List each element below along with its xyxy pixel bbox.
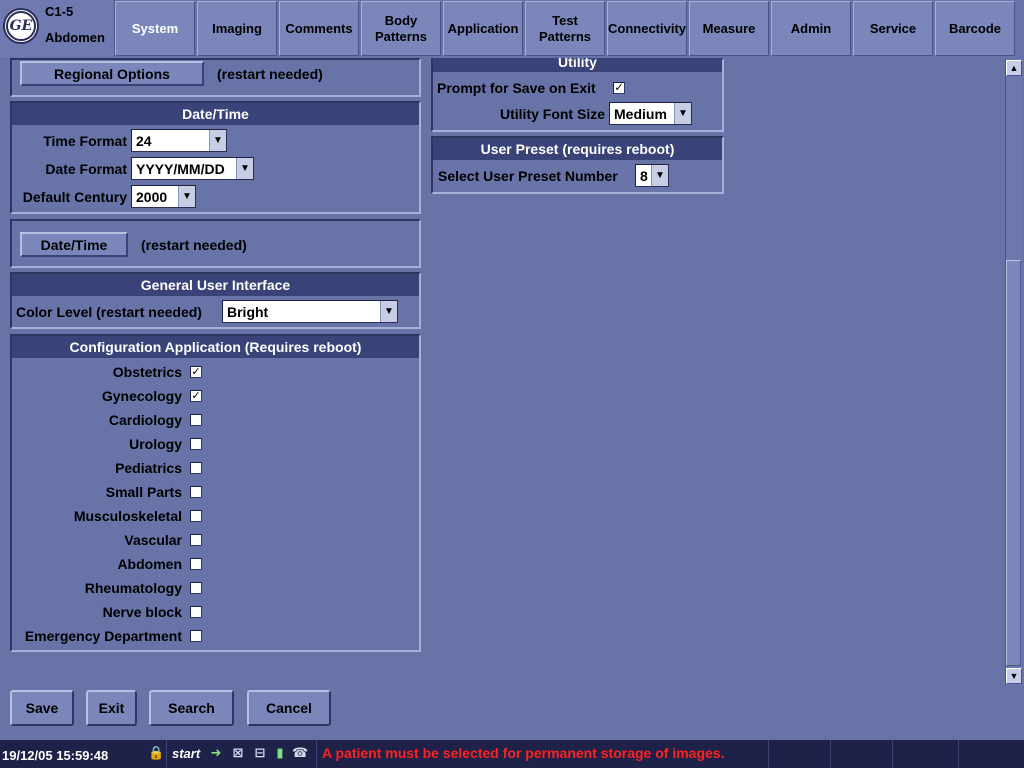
- status-separator: [958, 740, 959, 768]
- scrollbar-thumb[interactable]: [1006, 260, 1021, 666]
- ge-logo-mark: GE: [6, 11, 36, 41]
- date-time-restart-note: (restart needed): [141, 237, 247, 253]
- system-clock: 19/12/05 15:59:48: [2, 748, 109, 763]
- config-item-checkbox[interactable]: ✓: [190, 390, 202, 402]
- chevron-down-icon: ▼: [236, 158, 253, 179]
- config-item-checkbox[interactable]: ✓: [190, 366, 202, 378]
- config-item-checkbox[interactable]: [190, 630, 202, 642]
- preset-name: Abdomen: [45, 30, 105, 45]
- ge-logo: GE: [3, 8, 39, 44]
- utility-font-size-value: Medium: [614, 105, 667, 122]
- start-indicator: start: [172, 746, 201, 761]
- exit-button[interactable]: Exit: [86, 690, 137, 726]
- user-preset-number-value: 8: [640, 167, 648, 184]
- config-item-label: Vascular: [124, 532, 182, 548]
- config-item-checkbox[interactable]: [190, 582, 202, 594]
- tab-measure[interactable]: Measure: [689, 1, 769, 56]
- tab-connectivity[interactable]: Connectivity: [607, 1, 687, 56]
- configuration-application-panel-title: Configuration Application (Requires rebo…: [12, 336, 419, 358]
- date-time-panel-title: Date/Time: [12, 103, 419, 125]
- regional-options-button[interactable]: Regional Options: [20, 61, 204, 86]
- tab-barcode[interactable]: Barcode: [935, 1, 1015, 56]
- date-time-button[interactable]: Date/Time: [20, 232, 128, 257]
- config-item-label: Nerve block: [102, 604, 182, 620]
- color-level-label: Color Level (restart needed): [16, 304, 202, 320]
- config-item-checkbox[interactable]: [190, 606, 202, 618]
- config-item-checkbox[interactable]: [190, 414, 202, 426]
- default-century-select[interactable]: 2000 ▼: [131, 185, 196, 208]
- status-separator: [830, 740, 831, 768]
- prompt-save-on-exit-label: Prompt for Save on Exit: [437, 80, 596, 96]
- chevron-down-icon: ▼: [674, 103, 691, 124]
- tab-application[interactable]: Application: [443, 1, 523, 56]
- default-century-label: Default Century: [22, 189, 127, 205]
- chevron-down-icon: ▼: [178, 186, 195, 207]
- prompt-save-on-exit-checkbox[interactable]: ✓: [613, 82, 625, 94]
- scroll-down-icon[interactable]: ▼: [1006, 668, 1022, 684]
- printer-disconnected-icon: ⊟: [254, 745, 266, 760]
- config-item-checkbox[interactable]: [190, 558, 202, 570]
- user-preset-number-select[interactable]: 8 ▼: [635, 164, 669, 187]
- date-format-label: Date Format: [45, 161, 127, 177]
- tab-body-patterns[interactable]: Body Patterns: [361, 1, 441, 56]
- config-item-checkbox[interactable]: [190, 438, 202, 450]
- tab-system[interactable]: System: [115, 1, 195, 56]
- chevron-down-icon: ▼: [651, 165, 668, 186]
- utility-font-size-select[interactable]: Medium ▼: [609, 102, 692, 125]
- config-item-label: Urology: [129, 436, 182, 452]
- transfer-arrow-icon: ➜: [210, 745, 222, 760]
- service-phone-icon: ☎: [292, 745, 309, 760]
- user-preset-panel: User Preset (requires reboot): [431, 136, 724, 194]
- user-preset-panel-title: User Preset (requires reboot): [433, 138, 722, 160]
- config-item-label: Emergency Department: [24, 628, 182, 644]
- config-item-label: Gynecology: [101, 388, 182, 404]
- time-format-select[interactable]: 24 ▼: [131, 129, 227, 152]
- tab-service[interactable]: Service: [853, 1, 933, 56]
- general-ui-panel-title: General User Interface: [12, 274, 419, 296]
- save-button[interactable]: Save: [10, 690, 74, 726]
- battery-icon: ▮: [276, 745, 284, 760]
- tab-comments[interactable]: Comments: [279, 1, 359, 56]
- time-format-label: Time Format: [43, 133, 127, 149]
- network-disconnected-icon: ⊠: [232, 745, 244, 760]
- scroll-up-icon[interactable]: ▲: [1006, 60, 1022, 76]
- config-item-checkbox[interactable]: [190, 486, 202, 498]
- search-button[interactable]: Search: [149, 690, 234, 726]
- config-item-label: Cardiology: [108, 412, 182, 428]
- tab-imaging[interactable]: Imaging: [197, 1, 277, 56]
- config-item-label: Obstetrics: [112, 364, 182, 380]
- status-separator: [166, 740, 167, 768]
- status-separator: [768, 740, 769, 768]
- config-item-checkbox[interactable]: [190, 510, 202, 522]
- date-format-select[interactable]: YYYY/MM/DD ▼: [131, 157, 254, 180]
- tab-admin[interactable]: Admin: [771, 1, 851, 56]
- chevron-down-icon: ▼: [380, 301, 397, 322]
- status-separator: [892, 740, 893, 768]
- color-level-value: Bright: [227, 303, 269, 320]
- time-format-value: 24: [136, 132, 152, 149]
- chevron-down-icon: ▼: [209, 130, 226, 151]
- utility-font-size-label: Utility Font Size: [500, 106, 605, 122]
- status-message: A patient must be selected for permanent…: [322, 745, 725, 761]
- config-item-checkbox[interactable]: [190, 462, 202, 474]
- tab-test-patterns[interactable]: Test Patterns: [525, 1, 605, 56]
- config-item-label: Pediatrics: [115, 460, 182, 476]
- config-item-label: Rheumatology: [84, 580, 182, 596]
- date-format-value: YYYY/MM/DD: [136, 160, 225, 177]
- config-item-label: Musculoskeletal: [73, 508, 182, 524]
- regional-restart-note: (restart needed): [217, 66, 323, 82]
- probe-name: C1-5: [45, 4, 74, 19]
- config-item-label: Abdomen: [117, 556, 182, 572]
- color-level-select[interactable]: Bright ▼: [222, 300, 398, 323]
- default-century-value: 2000: [136, 188, 168, 205]
- lock-icon: 🔒: [148, 745, 165, 760]
- config-item-checkbox[interactable]: [190, 534, 202, 546]
- config-item-label: Small Parts: [105, 484, 182, 500]
- user-preset-number-label: Select User Preset Number: [438, 168, 618, 184]
- utility-panel-title: Utility: [433, 58, 722, 72]
- cancel-button[interactable]: Cancel: [247, 690, 331, 726]
- status-separator: [316, 740, 317, 768]
